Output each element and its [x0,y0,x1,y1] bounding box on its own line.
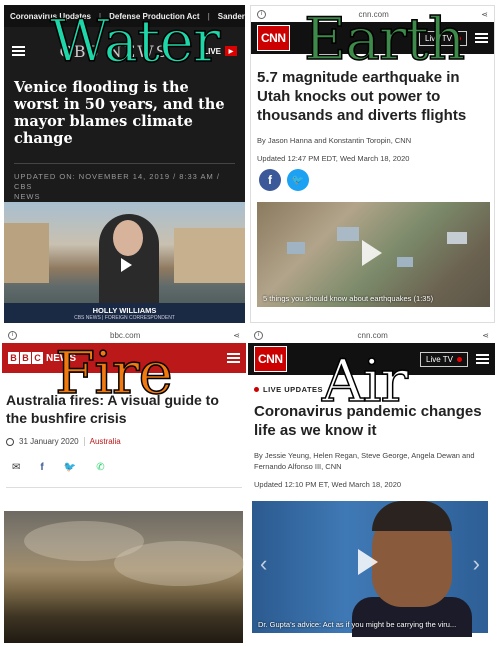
url-text: cnn.com [357,330,388,340]
share-row: f 🐦 [251,169,494,191]
info-icon[interactable]: i [8,330,17,340]
bushfire-image [4,511,244,643]
menu-icon[interactable] [475,33,488,43]
bbc-logo-letter: C [32,352,43,364]
play-icon[interactable] [358,549,378,575]
menu-icon[interactable] [227,353,240,363]
twitter-share-icon[interactable]: 🐦 [64,462,76,473]
share-icon[interactable]: ⋖ [481,10,488,19]
share-icon[interactable]: ⋖ [233,331,240,340]
roof-shape [447,232,467,244]
play-icon[interactable] [362,240,382,266]
divider [14,163,235,164]
lower-third: HOLLY WILLIAMS CBS NEWS | FOREIGN CORRES… [4,303,245,323]
reporter-name: HOLLY WILLIAMS [92,305,157,315]
overlay-air: Air [321,347,409,415]
bbc-logo-letter: B [8,352,19,364]
info-icon[interactable]: i [254,330,263,340]
byline: By Jason Hanna and Konstantin Toropin, C… [257,136,412,145]
live-tv-button[interactable]: Live TV [420,351,468,367]
menu-icon[interactable] [12,46,25,56]
menu-icon[interactable] [476,354,489,364]
hair-shape [372,501,452,531]
overlay-earth: Earth [303,5,466,73]
whatsapp-share-icon[interactable]: ✆ [96,462,104,473]
updated-time: Updated 12:47 PM EDT, Wed March 18, 2020 [257,154,410,163]
overlay-water: Water [49,7,221,75]
roof-shape [337,227,359,241]
source-line: NEWS [14,192,41,201]
share-icon[interactable]: ⋖ [482,331,489,340]
article-meta: UPDATED ON: NOVEMBER 14, 2019 / 8:33 AM … [4,172,245,202]
nav-link-sanders[interactable]: Sanders To [218,12,245,21]
clock-icon [6,437,14,446]
smoke-shape [114,541,244,586]
email-share-icon[interactable]: ✉ [12,462,20,473]
article-date: 31 January 2020 [19,437,79,446]
updated-line: UPDATED ON: NOVEMBER 14, 2019 / 8:33 AM … [14,172,220,191]
live-dot-icon [254,387,259,392]
cnn-logo[interactable]: CNN [254,346,287,372]
updated-time: Updated 12:10 PM ET, Wed March 18, 2020 [254,480,402,489]
play-icon[interactable] [121,258,132,272]
share-row: ✉ f 🐦 ✆ [2,462,246,473]
facebook-share-icon[interactable]: f [259,169,281,191]
topic-link[interactable]: Australia [90,437,121,446]
byline: By Jessie Yeung, Helen Regan, Steve Geor… [254,451,475,471]
overlay-fire: Fire [54,339,173,407]
chevron-right-icon[interactable]: › [473,551,480,577]
twitter-share-icon[interactable]: 🐦 [287,169,309,191]
building-shape [174,228,245,283]
earthquake-video-player[interactable]: 5 things you should know about earthquak… [257,202,490,307]
venice-video-player[interactable]: HOLLY WILLIAMS CBS NEWS | FOREIGN CORRES… [4,202,245,323]
divider [83,437,85,446]
info-icon[interactable]: i [257,9,266,19]
gupta-video-player[interactable]: ‹ › Dr. Gupta's advice: Act as if you mi… [252,501,488,637]
video-caption: Dr. Gupta's advice: Act as if you might … [258,620,457,629]
article-date-row: 31 January 2020 Australia [2,437,246,446]
article-headline: Venice flooding is the worst in 50 years… [14,79,225,147]
article-headline: 5.7 magnitude earthquake in Utah knocks … [257,69,467,124]
reporter-title: CBS NEWS | FOREIGN CORRESPONDENT [74,314,175,321]
roof-shape [287,242,305,254]
live-updates-label: LIVE UPDATES [263,385,324,394]
facebook-share-icon[interactable]: f [40,462,43,473]
chevron-left-icon[interactable]: ‹ [260,551,267,577]
cnn-logo[interactable]: CNN [257,25,290,51]
divider [6,487,242,488]
roof-shape [397,257,413,267]
live-tv-label: Live TV [426,354,453,364]
live-dot-icon [457,356,462,362]
video-caption: 5 things you should know about earthquak… [263,294,434,303]
building-shape [4,223,49,283]
browser-url-bar[interactable]: i cnn.com ⋖ [248,327,495,343]
bbc-logo-letter: B [20,352,31,364]
play-icon: ▶ [224,46,237,56]
